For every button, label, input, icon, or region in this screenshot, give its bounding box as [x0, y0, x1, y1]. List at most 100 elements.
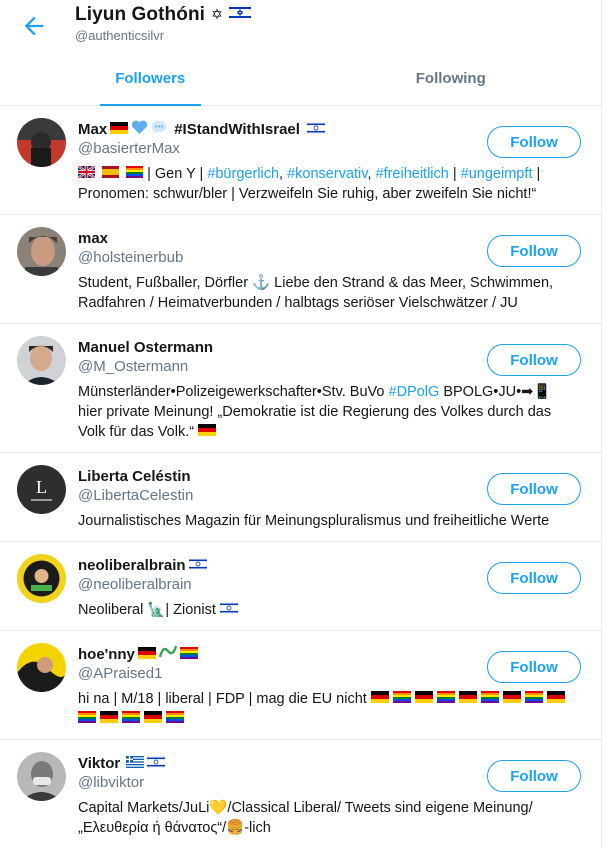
germany-flag-icon [137, 646, 156, 663]
user-bio: Neoliberal 🗽| Zionist [78, 600, 585, 620]
bio-segment: | [448, 166, 461, 182]
list-item[interactable]: L Liberta Celéstin @LibertaCelestin Jour… [0, 453, 601, 542]
germany-flag-icon [547, 689, 566, 709]
speech-bubble-icon [151, 120, 167, 139]
avatar[interactable]: L [17, 465, 66, 514]
germany-flag-icon [414, 689, 433, 709]
user-bio-text: Münsterländer•Polizeigewerkschafter•Stv.… [78, 384, 551, 440]
germany-flag-icon [144, 709, 163, 729]
follow-button[interactable]: Follow [487, 760, 581, 792]
rainbow-flag-icon [78, 709, 96, 729]
germany-flag-icon [110, 121, 129, 138]
rainbow-flag-icon [179, 646, 198, 663]
user-name: neoliberalbrain [78, 556, 186, 574]
blue-heart-icon [131, 120, 148, 139]
follow-button[interactable]: Follow [487, 235, 581, 267]
bio-segment: | Gen Y | [147, 166, 208, 182]
user-bio-text: Student, Fußballer, Dörfler ⚓ Liebe den … [78, 275, 553, 311]
loop-icon [158, 645, 178, 663]
svg-text:L: L [36, 477, 47, 497]
back-arrow-icon[interactable] [20, 12, 48, 40]
user-name-hashtag: #IStandWithIsrael [174, 120, 300, 138]
avatar[interactable] [17, 336, 66, 385]
bio-segment: , [367, 166, 376, 182]
tab-bar: Followers Following [0, 56, 601, 106]
user-bio: | Gen Y | #bürgerlich, #konservativ, #fr… [78, 164, 585, 204]
hashtag-link[interactable]: #ungeimpft [461, 166, 533, 182]
profile-handle: @authenticsilvr [75, 28, 165, 43]
hashtag-link[interactable]: #freiheitlich [376, 166, 449, 182]
user-name: max [78, 229, 109, 247]
rainbow-flag-icon [166, 709, 185, 729]
user-name: Max [78, 120, 108, 138]
user-name: Manuel Ostermann [78, 338, 214, 356]
followers-list: Max #IStandWithIsrael @basierterMax | Ge… [0, 106, 601, 847]
star-of-david-icon: ✡ [211, 7, 223, 23]
followers-page: Liyun Gothóni ✡ @authenticsilvr Follower… [0, 0, 602, 847]
avatar[interactable] [17, 752, 66, 801]
user-bio: hi na | M/18 | liberal | FDP | mag die E… [78, 689, 585, 729]
germany-flag-icon [198, 422, 217, 442]
follow-button[interactable]: Follow [487, 126, 581, 158]
user-bio-text: | Gen Y | #bürgerlich, #konservativ, #fr… [78, 166, 540, 202]
bio-segment: hi na | M/18 | liberal | FDP | mag die E… [78, 691, 371, 707]
rainbow-flag-icon [525, 689, 544, 709]
hashtag-link[interactable]: #bürgerlich [207, 166, 279, 182]
profile-name: Liyun Gothóni [75, 4, 206, 25]
follow-button[interactable]: Follow [487, 651, 581, 683]
israel-flag-icon [188, 557, 207, 574]
israel-flag-icon [147, 755, 166, 772]
user-name: Viktor [78, 754, 121, 772]
avatar[interactable] [17, 554, 66, 603]
israel-flag-icon [306, 121, 325, 138]
user-bio: Student, Fußballer, Dörfler ⚓ Liebe den … [78, 273, 585, 313]
germany-flag-icon [370, 689, 389, 709]
tab-followers[interactable]: Followers [0, 56, 301, 106]
spain-flag-icon [102, 164, 120, 184]
bio-segment: Capital Markets/JuLi💛/Classical Liberal/… [78, 800, 533, 836]
rainbow-flag-icon [481, 689, 499, 709]
germany-flag-icon [458, 689, 477, 709]
greece-flag-icon [126, 755, 145, 772]
tab-following[interactable]: Following [301, 56, 602, 105]
israel-flag-icon [219, 600, 238, 620]
bio-segment: Journalistisches Magazin für Meinungsplu… [78, 513, 550, 529]
header: Liyun Gothóni ✡ @authenticsilvr [0, 0, 601, 56]
follow-button[interactable]: Follow [487, 562, 581, 594]
follow-button[interactable]: Follow [487, 344, 581, 376]
user-bio: Capital Markets/JuLi💛/Classical Liberal/… [78, 798, 585, 838]
rainbow-flag-icon [436, 689, 455, 709]
user-name: Liberta Celéstin [78, 467, 191, 485]
germany-flag-icon [100, 709, 119, 729]
avatar[interactable] [17, 643, 66, 692]
rainbow-flag-icon [126, 164, 144, 184]
rainbow-flag-icon [392, 689, 411, 709]
avatar[interactable] [17, 118, 66, 167]
hashtag-link[interactable]: #konservativ [287, 166, 367, 182]
list-item[interactable]: max @holsteinerbub Student, Fußballer, D… [0, 215, 601, 324]
user-bio: Münsterländer•Polizeigewerkschafter•Stv.… [78, 382, 585, 442]
israel-flag-icon [228, 5, 251, 25]
user-bio-text: hi na | M/18 | liberal | FDP | mag die E… [78, 691, 371, 707]
uk-flag-icon [78, 164, 95, 184]
list-item[interactable]: hoe'nny @APraised1 hi na | M/18 | libera… [0, 631, 601, 740]
list-item[interactable]: neoliberalbrain @neoliberalbrain Neolibe… [0, 542, 601, 631]
bio-segment: Neoliberal 🗽| Zionist [78, 602, 220, 618]
user-name: hoe'nny [78, 645, 135, 663]
bio-segment: Münsterländer•Polizeigewerkschafter•Stv.… [78, 384, 389, 400]
list-item[interactable]: Manuel Ostermann @M_Ostermann Münsterlän… [0, 324, 601, 453]
user-bio: Journalistisches Magazin für Meinungsplu… [78, 511, 585, 531]
user-bio-text: Capital Markets/JuLi💛/Classical Liberal/… [78, 800, 533, 836]
user-bio-text: Journalistisches Magazin für Meinungsplu… [78, 513, 549, 529]
rainbow-flag-icon [122, 709, 141, 729]
follow-button[interactable]: Follow [487, 473, 581, 505]
hashtag-link[interactable]: #DPolG [389, 384, 440, 400]
germany-flag-icon [503, 689, 522, 709]
user-bio-text: Neoliberal 🗽| Zionist [78, 602, 220, 618]
avatar[interactable] [17, 227, 66, 276]
list-item[interactable]: Max #IStandWithIsrael @basierterMax | Ge… [0, 106, 601, 215]
bio-segment: Student, Fußballer, Dörfler ⚓ Liebe den … [78, 275, 554, 311]
bio-segment: , [279, 166, 288, 182]
list-item[interactable]: Viktor @libviktor Capital Markets/JuLi💛/… [0, 740, 601, 847]
profile-heading: Liyun Gothóni ✡ @authenticsilvr [75, 4, 251, 43]
